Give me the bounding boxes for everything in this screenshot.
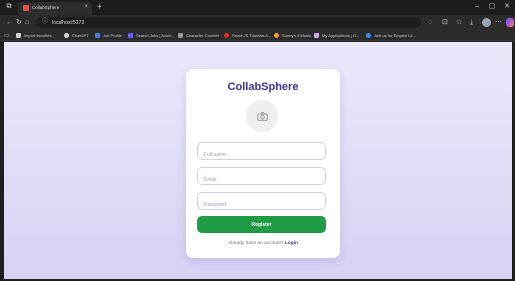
window-menu-icon[interactable]: ⧉ <box>4 2 14 12</box>
tab-bar: ⧉ CollabSphere × + – ▢ ✕ <box>0 0 515 15</box>
bookmark-item[interactable]: Job Profile <box>95 32 122 39</box>
more-menu-icon[interactable]: ⋯ <box>495 18 502 27</box>
empirix-icon <box>366 33 371 38</box>
brand-title: CollabSphere <box>227 81 299 93</box>
tab-collabsphere[interactable]: CollabSphere × <box>18 2 92 15</box>
url-text: localhost:5173 <box>52 20 85 26</box>
bookmark-item[interactable]: My Applications | G... <box>314 32 360 39</box>
bookmark-item[interactable]: Join us for Empirix La... <box>366 32 416 39</box>
profile-avatar[interactable] <box>482 18 491 27</box>
bookmark-item[interactable]: Character Counter <box>178 32 219 39</box>
login-prompt-text: Already have an account? <box>228 241 284 246</box>
back-icon[interactable]: ← <box>6 18 13 27</box>
minimize-icon[interactable]: – <box>472 2 482 12</box>
favicon-icon <box>23 5 29 11</box>
close-icon[interactable]: × <box>84 4 88 10</box>
bookmark-item[interactable]: Search Jobs | Acom... <box>128 32 175 39</box>
bookmarks-bar: ▭ Import favorites ChatGPT Job Profile S… <box>0 30 515 41</box>
bookmark-item[interactable]: ChatGPT <box>64 32 89 39</box>
refresh-icon[interactable]: ↻ <box>16 18 22 27</box>
email-field <box>197 167 326 188</box>
music-icon <box>274 33 279 38</box>
downloads-icon[interactable]: ⤓ <box>470 18 473 27</box>
login-link[interactable]: Login <box>285 241 298 246</box>
email-input[interactable] <box>198 172 325 188</box>
tab-title: CollabSphere <box>32 5 60 10</box>
home-icon[interactable]: ⌂ <box>25 18 29 27</box>
chatgpt-icon <box>64 33 69 38</box>
avatar-upload[interactable] <box>246 100 278 132</box>
search-jobs-icon <box>128 33 133 38</box>
browser-window: ⧉ CollabSphere × + – ▢ ✕ ← ↻ ⌂ ⓘ localho… <box>0 0 515 281</box>
new-tab-button[interactable]: + <box>97 2 102 12</box>
maximize-icon[interactable]: ▢ <box>487 2 497 12</box>
split-screen-icon[interactable]: ⊡ <box>442 18 448 27</box>
counter-icon <box>178 33 183 38</box>
bookmark-item[interactable]: Import favorites <box>16 32 52 39</box>
site-info-icon[interactable]: ⓘ <box>42 19 48 26</box>
copilot-icon[interactable] <box>506 18 514 27</box>
login-prompt-line: Already have an account? Login <box>186 241 340 246</box>
full-name-field <box>197 142 326 163</box>
bookmarks-menu-icon[interactable]: ▭ <box>4 32 10 39</box>
register-card: CollabSphere Register Already have an ac… <box>186 69 340 258</box>
password-field <box>197 192 326 213</box>
bookmark-item[interactable]: React JS Tutorials A... <box>224 32 271 39</box>
page-background: CollabSphere Register Already have an ac… <box>4 42 512 279</box>
address-bar[interactable]: ⓘ localhost:5173 <box>36 17 421 28</box>
youtube-icon <box>224 33 229 38</box>
favorites-icon[interactable]: ☆ <box>456 18 462 27</box>
full-name-input[interactable] <box>198 147 325 163</box>
password-input[interactable] <box>198 197 325 213</box>
bookmark-item[interactable]: Sunny's 9 Music <box>274 32 311 39</box>
zoom-icon[interactable]: ◌ <box>428 18 432 27</box>
camera-icon <box>256 111 268 121</box>
job-icon <box>95 33 100 38</box>
apps-icon <box>314 33 319 38</box>
register-button[interactable]: Register <box>197 216 326 233</box>
window-close-icon[interactable]: ✕ <box>502 2 512 12</box>
address-bar-row: ← ↻ ⌂ ⓘ localhost:5173 ◌ ⊡ ☆ ⤓ ⋯ <box>0 15 515 30</box>
folder-icon <box>16 33 21 38</box>
